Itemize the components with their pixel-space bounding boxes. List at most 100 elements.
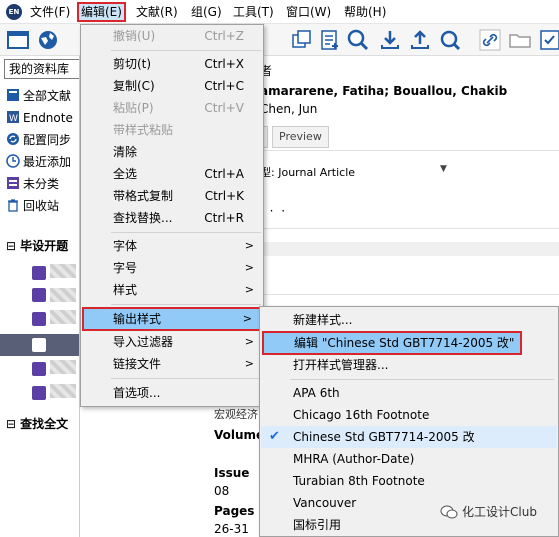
pages-label: Pages [214,504,255,518]
collapse-icon[interactable]: ⊟ [6,239,16,253]
group-item-icon[interactable] [32,386,46,400]
menu-cut[interactable]: 剪切(t) Ctrl+X [82,53,262,75]
sidebar-item-label: 配置同步 [23,133,72,147]
field-fragment: 宏观经济 [214,408,258,421]
menu-edit-style[interactable]: 编辑 "Chinese Std GBT7714-2005 改" [262,331,522,355]
menu-separator [290,379,554,380]
open-pdf-icon[interactable] [538,28,559,52]
menu-import-filters[interactable]: 导入过滤器 > [82,331,262,353]
style-mhra[interactable]: MHRA (Author-Date) [261,448,557,470]
sidebar-item-label: Endnote [23,111,73,125]
style-apa[interactable]: APA 6th [261,382,557,404]
authors-line-2: Chen, Jun [260,102,318,116]
menu-output-styles[interactable]: 输出样式 > [82,307,262,331]
sidebar-find-full-text[interactable]: ⊟ 查找全文 [6,414,68,434]
sidebar: 我的资料库 全部文献 W Endnote 配置同步 最近添加 未分类 回收站 ⊟ 毕… [0,56,80,537]
style-turabian[interactable]: Turabian 8th Footnote [261,470,557,492]
chevron-right-icon: > [242,312,252,325]
menu-undo[interactable]: 撤销(U) Ctrl+Z [82,25,262,47]
divider [260,150,559,151]
redacted-group-name [50,384,76,398]
menu-find-replace[interactable]: 查找替换... Ctrl+R [82,207,262,229]
style-chinese-std[interactable]: ✔ Chinese Std GBT7714-2005 改 [261,426,557,448]
reference-type-row[interactable]: 型: Journal Article [260,164,355,180]
menu-bar: EN 文件(F) 编辑(E) 文献(R) 组(G) 工具(T) 窗口(W) 帮助… [0,0,559,24]
group-item-icon[interactable] [32,338,46,352]
menu-groups[interactable]: 组(G) [191,4,222,20]
redacted-group-name [50,360,76,374]
attach-link-icon[interactable] [478,28,502,52]
watermark: 化工设计Club [440,503,537,520]
local-library-icon[interactable] [6,28,30,52]
find-full-text-icon[interactable] [346,28,370,52]
book-icon [7,89,19,101]
menu-font[interactable]: 字体 > [82,235,262,257]
redacted-group-name [50,264,76,278]
watermark-text: 化工设计Club [462,505,537,519]
word-document-icon: W [7,111,19,124]
menu-file[interactable]: 文件(F) [30,4,70,20]
redacted-group-name [50,288,76,302]
menu-style[interactable]: 样式 > [82,279,262,301]
sidebar-item-recently-added[interactable]: 最近添加 [6,152,71,172]
export-icon[interactable] [408,28,432,52]
chevron-right-icon: > [244,357,254,370]
sidebar-item-all-references[interactable]: 全部文献 [6,86,71,106]
pages-value[interactable]: 26-31 [214,522,249,536]
redacted-group-name [50,310,76,324]
divider [260,294,559,295]
sidebar-item-trash[interactable]: 回收站 [6,196,59,216]
chevron-down-icon[interactable]: ▼ [440,164,447,174]
menu-paste-with-style[interactable]: 带样式粘贴 [82,119,262,141]
menu-help[interactable]: 帮助(H) [344,4,386,20]
style-chicago[interactable]: Chicago 16th Footnote [261,404,557,426]
edit-menu-dropdown: 撤销(U) Ctrl+Z 剪切(t) Ctrl+X 复制(C) Ctrl+C 粘贴(P… [80,24,264,407]
menu-window[interactable]: 窗口(W) [286,4,331,20]
sidebar-item-endnote[interactable]: W Endnote [6,108,73,128]
chevron-right-icon: > [244,261,254,274]
open-folder-icon[interactable] [508,28,532,52]
new-reference-icon[interactable] [318,28,342,52]
collapse-icon[interactable]: ⊟ [6,417,16,431]
field-separator [260,242,559,256]
menu-tools[interactable]: 工具(T) [233,4,274,20]
menu-paste[interactable]: 粘贴(P) Ctrl+V [82,97,262,119]
import-icon[interactable] [378,28,402,52]
group-item-icon[interactable] [32,266,46,280]
online-search-icon[interactable] [36,28,60,52]
group-item-icon[interactable] [32,288,46,302]
menu-copy-formatted[interactable]: 带格式复制 Ctrl+K [82,185,262,207]
sidebar-item-sync[interactable]: 配置同步 [6,130,71,150]
menu-link-file[interactable]: 链接文件 > [82,353,262,375]
sidebar-item-unfiled[interactable]: 未分类 [6,174,59,194]
menu-select-all[interactable]: 全选 Ctrl+A [82,163,262,185]
endnote-app-icon[interactable]: EN [6,4,22,20]
group-item-icon[interactable] [32,312,46,326]
menu-copy[interactable]: 复制(C) Ctrl+C [82,75,262,97]
sidebar-group-header[interactable]: ⊟ 毕设开题 [6,236,68,256]
menu-clear[interactable]: 清除 [82,141,262,163]
menu-preferences[interactable]: 首选项... [82,382,262,404]
sync-icon [7,133,19,145]
issue-label: Issue [214,466,250,480]
menu-references[interactable]: 文献(R) [136,4,178,20]
menu-new-style[interactable]: 新建样式... [261,309,557,331]
group-set-title: 毕设开题 [20,239,69,253]
menu-size[interactable]: 字号 > [82,257,262,279]
sidebar-item-label: 回收站 [23,199,60,213]
chevron-right-icon: > [244,239,254,252]
copy-group-icon[interactable] [290,28,314,52]
open-link-icon[interactable] [438,28,462,52]
wechat-icon [440,505,458,519]
tab-preview[interactable]: Preview [272,126,329,148]
menu-edit[interactable]: 编辑(E) [77,2,126,22]
menu-open-style-manager[interactable]: 打开样式管理器... [261,354,557,376]
reference-type-value: Journal Article [278,166,356,179]
issue-value[interactable]: 08 [214,484,229,498]
chevron-right-icon: > [244,283,254,296]
trash-icon [8,199,18,212]
find-full-text-title: 查找全文 [20,417,69,431]
group-item-icon[interactable] [32,362,46,376]
checkmark-icon: ✔ [269,429,280,444]
library-selector[interactable]: 我的资料库 [4,59,79,79]
